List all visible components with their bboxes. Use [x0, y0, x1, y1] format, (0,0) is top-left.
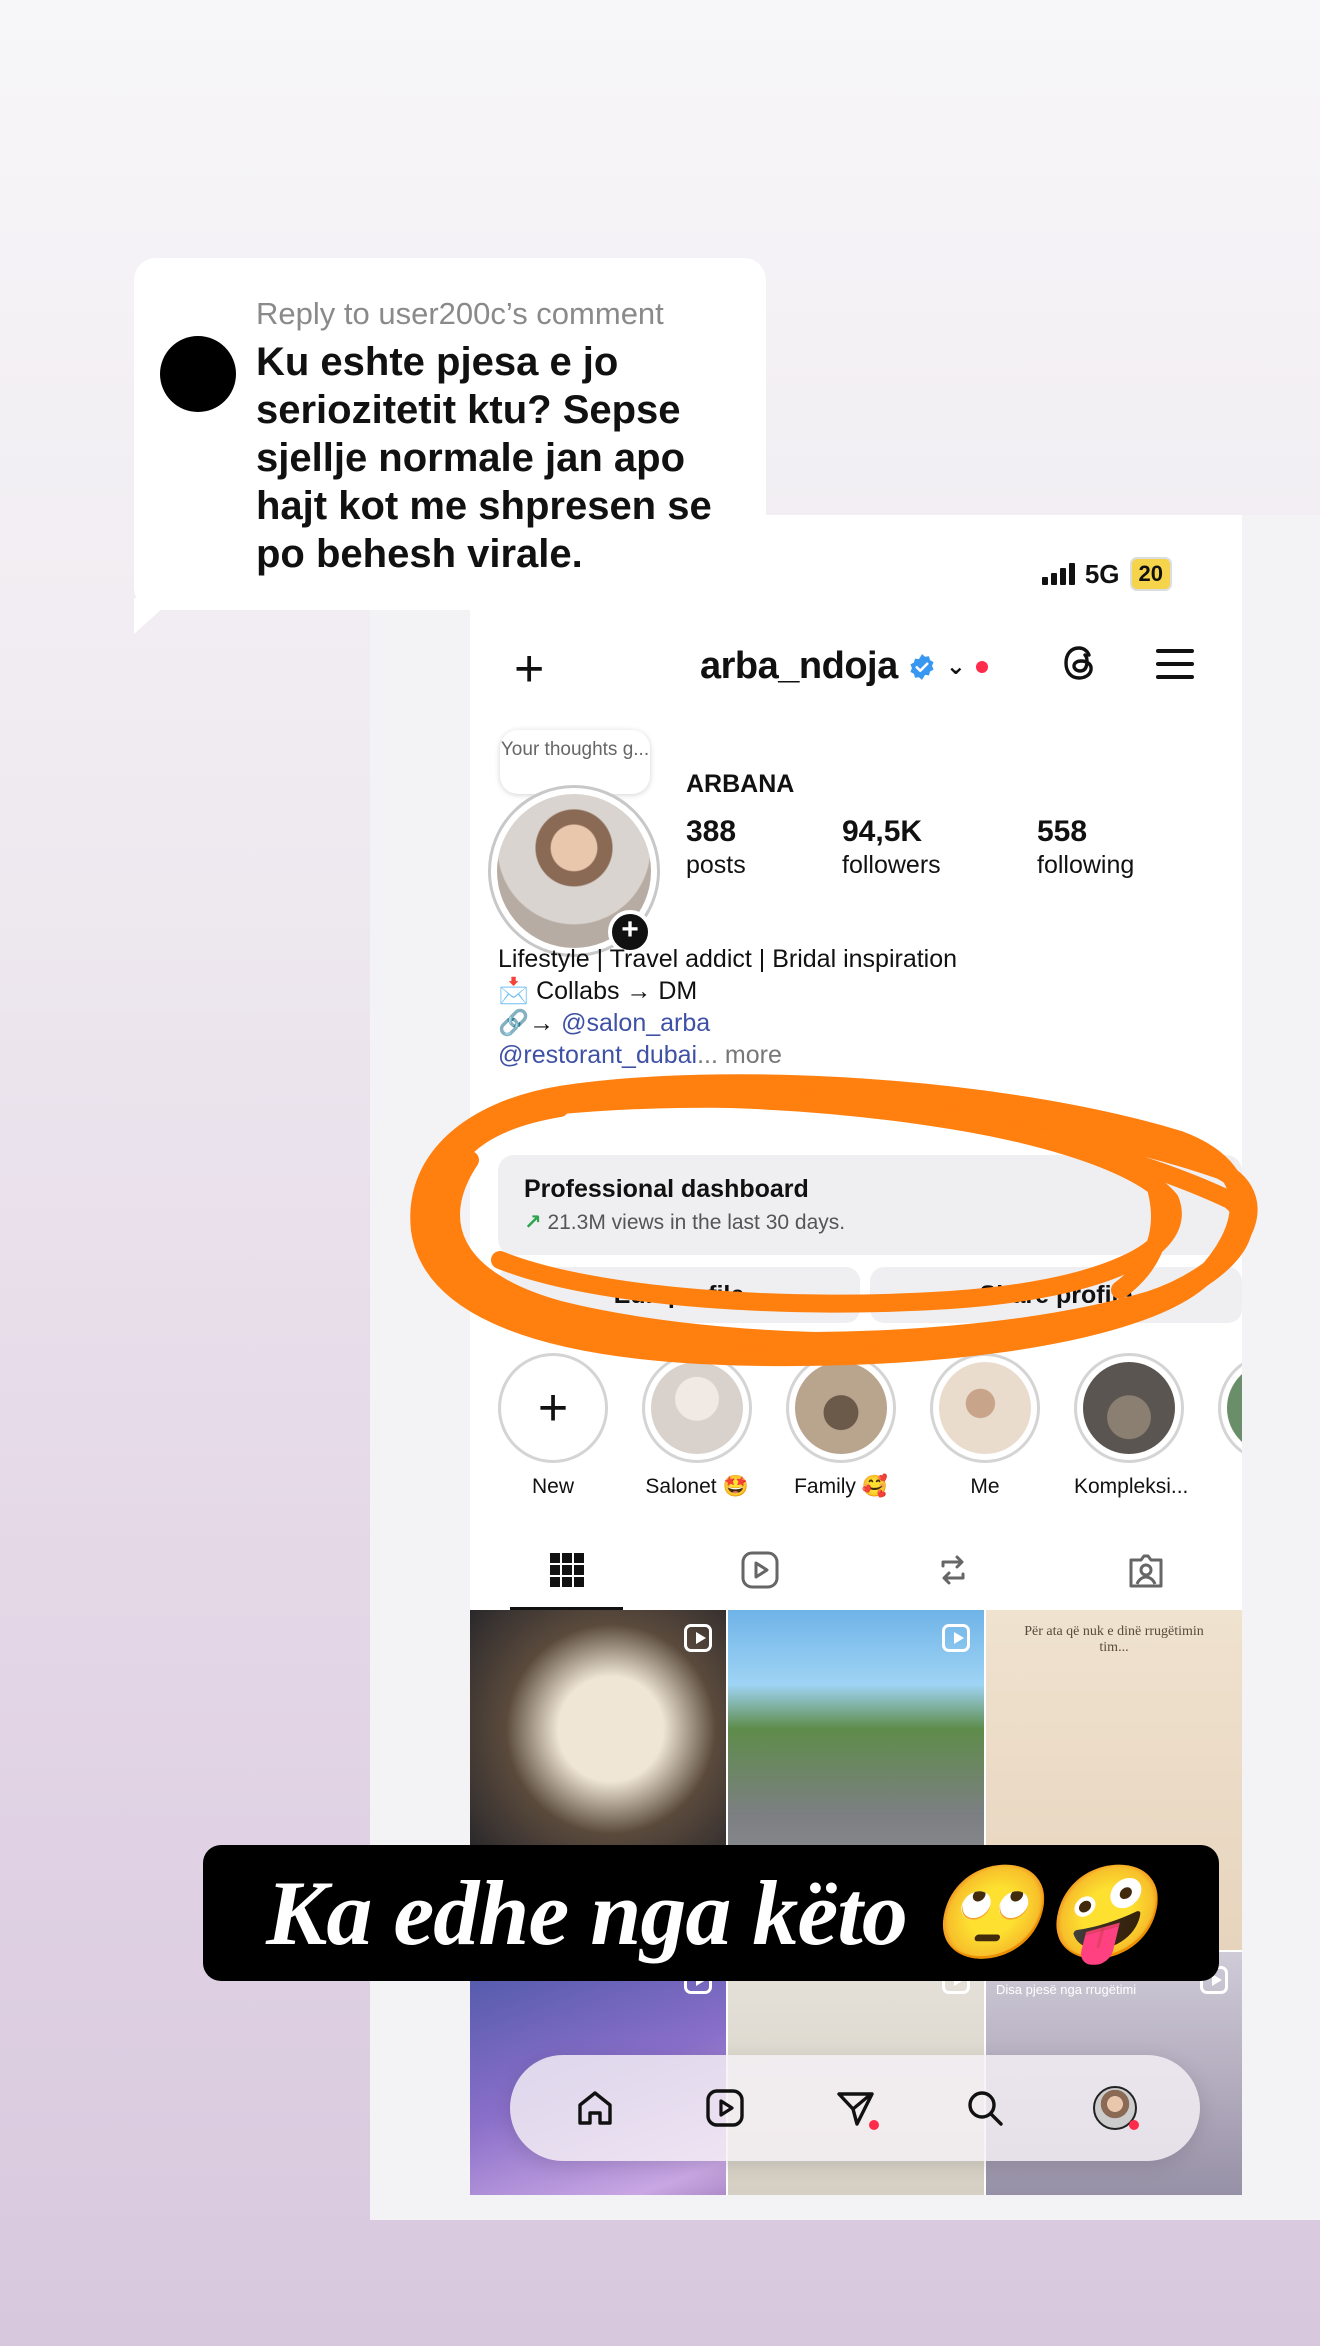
highlight-label: Sh	[1218, 1475, 1242, 1499]
highlight-family[interactable]: Family 🥰	[786, 1353, 896, 1499]
bio-more-link[interactable]: more	[725, 1041, 782, 1069]
signal-icon	[1041, 563, 1075, 585]
highlight-salonet[interactable]: Salonet 🤩	[642, 1353, 752, 1499]
highlight-me[interactable]: Me	[930, 1353, 1040, 1499]
home-icon	[578, 2091, 612, 2125]
menu-icon[interactable]	[1156, 649, 1194, 679]
nav-search[interactable]	[955, 2078, 1015, 2138]
tab-reposts[interactable]	[856, 1530, 1049, 1610]
threads-icon[interactable]	[1060, 641, 1100, 685]
reply-header: Reply to user200c’s comment	[256, 296, 664, 331]
story-highlights: + New Salonet 🤩 Family 🥰 Me Kompleksi...	[498, 1353, 1242, 1499]
bio-link-restorant[interactable]: @restorant_dubai	[498, 1041, 697, 1069]
envelope-icon: 📩	[498, 977, 530, 1005]
edit-profile-button[interactable]: Edit profile	[498, 1267, 860, 1323]
reel-icon	[684, 1624, 712, 1652]
account-switcher[interactable]: arba_ndoja ⌄	[700, 645, 988, 688]
followers-label: followers	[842, 851, 941, 879]
create-icon[interactable]: +	[514, 643, 544, 695]
highlight-label: New	[531, 1475, 574, 1498]
link-icon: 🔗→	[498, 1009, 555, 1037]
nav-messages[interactable]	[825, 2078, 885, 2138]
posts-stat[interactable]: 388 posts	[686, 815, 746, 880]
highlight-label: Salonet 🤩	[645, 1475, 749, 1498]
caption-text: Ka edhe nga këto 🙄🤪	[266, 1861, 1157, 1964]
followers-stat[interactable]: 94,5K followers	[842, 815, 941, 880]
followers-count: 94,5K	[842, 815, 923, 848]
grid-icon	[549, 1553, 584, 1587]
highlight-new[interactable]: + New	[498, 1353, 608, 1499]
battery-indicator: 20	[1129, 557, 1172, 591]
reply-sticker-tail	[134, 598, 174, 634]
highlight-kompleksi[interactable]: Kompleksi...	[1074, 1353, 1189, 1499]
reels-icon	[741, 1551, 778, 1589]
highlight-label: Kompleksi...	[1074, 1475, 1189, 1498]
nav-home[interactable]	[565, 2078, 625, 2138]
username: arba_ndoja	[700, 645, 898, 687]
nav-reels[interactable]	[695, 2078, 755, 2138]
comment-reply-sticker: Reply to user200c’s comment Ku eshte pje…	[134, 258, 766, 610]
tagged-icon	[1129, 1554, 1162, 1588]
bio-line: Collabs → DM	[536, 977, 698, 1005]
verified-badge-icon	[910, 653, 934, 680]
caption-sticker: Ka edhe nga këto 🙄🤪	[203, 1845, 1219, 1981]
bio-link-salon[interactable]: @salon_arba	[561, 1009, 710, 1037]
highlight-sh[interactable]: Sh	[1218, 1353, 1242, 1499]
commenter-avatar	[160, 336, 236, 412]
bio-line: Lifestyle | Travel addict | Bridal inspi…	[498, 945, 958, 973]
dashboard-title: Professional dashboard	[524, 1175, 809, 1203]
posts-count: 388	[686, 815, 737, 848]
highlight-label: Family 🥰	[794, 1475, 888, 1498]
bottom-nav	[510, 2055, 1200, 2161]
posts-label: posts	[686, 851, 746, 879]
post-caption-text: Disa pjesë nga rrugëtimi	[996, 1982, 1137, 1997]
profile-header: + arba_ndoja ⌄	[470, 635, 1242, 705]
reel-icon	[942, 1624, 970, 1652]
notification-dot	[1129, 2120, 1139, 2130]
professional-dashboard[interactable]: Professional dashboard ↗ 21.3M views in …	[498, 1155, 1242, 1255]
bio-ellipsis: ...	[697, 1041, 718, 1069]
profile-tabs	[470, 1530, 1242, 1610]
display-name: ARBANA	[686, 770, 795, 798]
status-bar: 5G 20	[1041, 557, 1172, 591]
reels-icon	[706, 2089, 744, 2127]
following-count: 558	[1037, 815, 1088, 848]
plus-icon: +	[537, 1379, 569, 1437]
post-caption-text: Për ata që nuk e dinë rrugëtimin tim...	[1024, 1624, 1204, 1655]
following-stat[interactable]: 558 following	[1037, 815, 1134, 880]
tab-reels[interactable]	[663, 1530, 856, 1610]
reply-comment-text: Ku eshte pjesa e jo seriozitetit ktu? Se…	[256, 340, 712, 576]
search-icon	[968, 2091, 1003, 2126]
network-label: 5G	[1084, 558, 1120, 589]
reposts-icon	[941, 1555, 964, 1585]
following-label: following	[1037, 851, 1135, 879]
tab-grid[interactable]	[470, 1530, 663, 1610]
tab-tagged[interactable]	[1049, 1530, 1242, 1610]
dashboard-subtitle: 21.3M views in the last 30 days.	[547, 1211, 846, 1234]
highlight-label: Me	[970, 1475, 1000, 1498]
bio: Lifestyle | Travel addict | Bridal inspi…	[498, 943, 957, 1071]
chevron-down-icon: ⌄	[945, 653, 966, 680]
trend-up-icon: ↗	[524, 1211, 542, 1234]
nav-profile[interactable]	[1085, 2078, 1145, 2138]
notification-dot	[975, 660, 988, 673]
share-profile-button[interactable]: Share profile	[870, 1267, 1242, 1323]
notification-dot	[869, 2120, 879, 2130]
